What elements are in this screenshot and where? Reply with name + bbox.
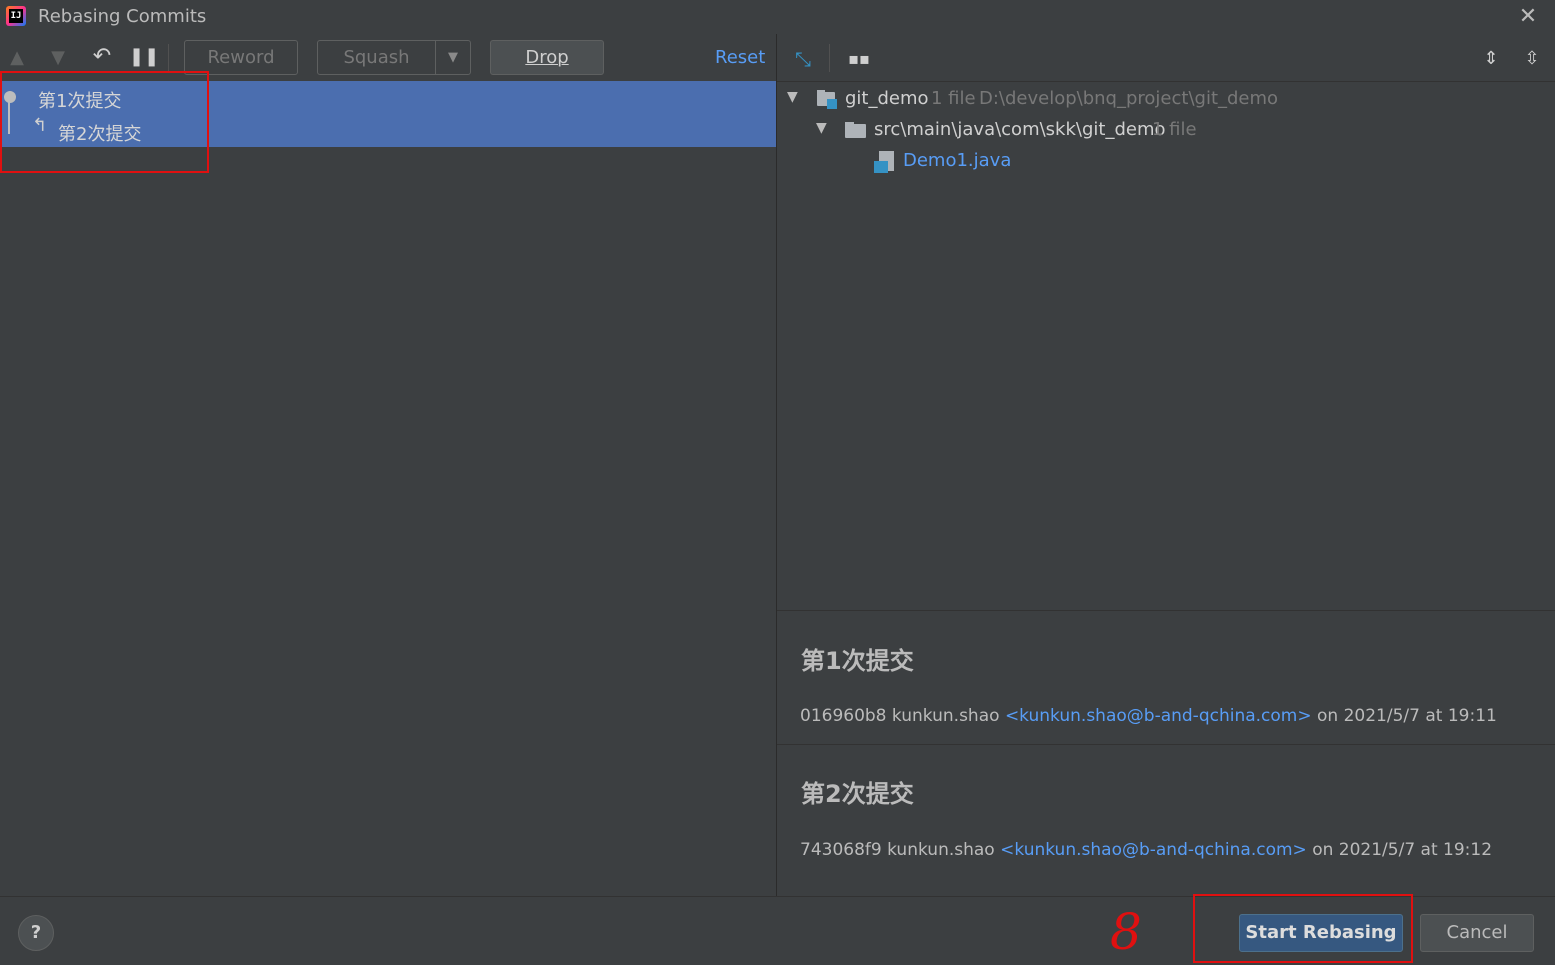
undo-icon[interactable]: ↶ (88, 43, 116, 71)
toolbar-separator (829, 44, 830, 72)
pause-icon[interactable]: ❚❚ (129, 43, 159, 71)
commit-detail-meta: 743068f9 kunkun.shao <kunkun.shao@b-and-… (800, 840, 1492, 860)
collapse-all-icon[interactable]: ⇳ (1518, 45, 1546, 73)
tree-file-name[interactable]: Demo1.java (903, 150, 1011, 171)
folder-icon (845, 122, 867, 138)
title-bar (0, 0, 1555, 34)
commit-detail-meta: 016960b8 kunkun.shao <kunkun.shao@b-and-… (800, 706, 1497, 726)
details-divider (777, 610, 1555, 611)
tree-root-name[interactable]: git_demo (845, 88, 929, 109)
close-icon[interactable]: ✕ (1514, 3, 1542, 31)
commit-detail-title: 第1次提交 (801, 647, 914, 675)
help-button[interactable]: ? (18, 915, 54, 951)
chevron-down-icon[interactable]: ▼ (787, 89, 798, 105)
window-title: Rebasing Commits (38, 6, 207, 27)
java-file-icon (874, 151, 898, 175)
reset-link[interactable]: Reset (715, 47, 765, 68)
arrow-up-icon[interactable]: ▲ (3, 44, 31, 72)
collapse-arrows-icon[interactable]: ⤡ (789, 45, 817, 73)
toolbar-divider (777, 81, 1555, 82)
commit-date: on 2021/5/7 at 19:11 (1317, 706, 1497, 726)
tree-root-path: D:\develop\bnq_project\git_demo (979, 88, 1279, 109)
expand-all-icon[interactable]: ⇕ (1477, 45, 1505, 73)
annotation-highlight-box (0, 71, 209, 173)
details-divider (777, 744, 1555, 745)
drop-button[interactable]: Drop (490, 40, 604, 75)
tree-root-count: 1 file (931, 88, 976, 109)
commit-list (0, 80, 776, 895)
commit-date: on 2021/5/7 at 19:12 (1312, 840, 1493, 860)
reword-button[interactable]: Reword (184, 40, 298, 75)
panel-splitter[interactable] (776, 34, 777, 896)
commit-email-link[interactable]: <kunkun.shao@b-and-qchina.com> (1000, 840, 1307, 860)
group-by-icon[interactable]: ▪▪ (845, 45, 873, 73)
commit-hash: 016960b8 (800, 706, 887, 726)
annotation-step-number: 8 (1110, 903, 1142, 961)
chevron-down-icon[interactable]: ▼ (816, 120, 827, 136)
commit-hash: 743068f9 (800, 840, 882, 860)
tree-folder-count: 1 file (1152, 119, 1197, 140)
squash-button[interactable]: Squash (317, 40, 436, 75)
intellij-logo-icon: IJ (6, 6, 26, 26)
toolbar-separator (168, 44, 169, 72)
commit-detail-title: 第2次提交 (801, 780, 914, 808)
commit-email-link[interactable]: <kunkun.shao@b-and-qchina.com> (1005, 706, 1312, 726)
annotation-highlight-box (1193, 894, 1413, 963)
tree-folder-name[interactable]: src\main\java\com\skk\git_demo (874, 119, 1166, 140)
commit-author: kunkun.shao (887, 840, 995, 860)
arrow-down-icon[interactable]: ▼ (44, 44, 72, 72)
commit-author: kunkun.shao (891, 706, 1000, 726)
chevron-down-icon[interactable]: ▼ (435, 40, 471, 75)
module-folder-icon (817, 90, 837, 109)
cancel-button[interactable]: Cancel (1420, 914, 1534, 952)
